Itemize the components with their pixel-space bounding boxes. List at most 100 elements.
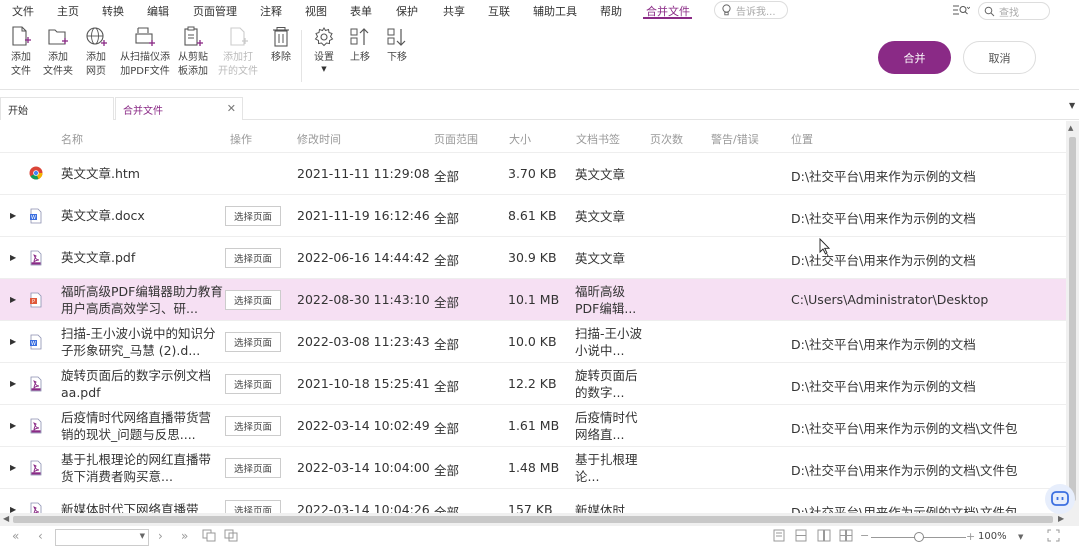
last-page-icon[interactable]: » [181,529,188,543]
file-name: 扫描-王小波小说中的知识分子形象研究_马慧 (2).d... [61,326,216,358]
zoom-in-icon[interactable]: + [966,530,975,543]
settings-label: 设置 [314,52,334,63]
page-number-input[interactable]: ▼ [55,529,149,546]
menu-comment[interactable]: 注释 [260,3,282,19]
move-up-label: 上移 [350,52,370,63]
expand-row-icon[interactable]: ▶ [10,463,16,472]
select-pages-button[interactable]: 选择页面 [225,248,281,268]
first-page-icon[interactable]: « [12,529,19,543]
menu-help[interactable]: 帮助 [600,3,622,19]
expand-row-icon[interactable]: ▶ [10,211,16,220]
ai-assistant-button[interactable] [1045,484,1075,514]
copy-page-icon[interactable] [202,529,216,545]
vertical-scroll-thumb[interactable] [1069,137,1076,501]
single-page-view-icon[interactable] [773,529,785,545]
horizontal-scroll-thumb[interactable] [13,516,1053,523]
search-field[interactable]: 查找 [978,2,1050,20]
menu-connect[interactable]: 互联 [488,3,510,19]
column-header-size[interactable]: 大小 [509,131,531,147]
expand-row-icon[interactable]: ▶ [10,295,16,304]
scroll-up-icon[interactable]: ▲ [1068,124,1073,132]
menu-page-manage[interactable]: 页面管理 [193,3,237,19]
add-open-files-button[interactable]: 添加打 开的文件 [216,26,260,79]
document-bookmark: 基于扎根理论... [575,452,638,484]
add-file-icon [10,26,32,48]
tab-list-dropdown-icon[interactable]: ▼ [1069,101,1075,110]
cancel-button[interactable]: 取消 [963,41,1036,74]
tab-merge-files[interactable]: 合并文件 ✕ [115,97,243,120]
continuous-facing-view-icon[interactable] [839,529,853,545]
expand-row-icon[interactable]: ▶ [10,253,16,262]
select-pages-button[interactable]: 选择页面 [225,416,281,436]
add-from-scanner-button[interactable]: 从扫描仪添 加PDF文件 [120,26,170,79]
file-location: D:\社交平台\用来作为示例的文档 [791,337,976,352]
column-header-bookmark[interactable]: 文档书签 [576,131,620,147]
tell-me-box[interactable]: 告诉我... [714,1,788,19]
file-name: 英文文章.pdf [61,250,136,265]
search-options-icon[interactable] [952,4,971,19]
expand-row-icon[interactable]: ▶ [10,379,16,388]
zoom-out-icon[interactable]: − [860,529,869,542]
select-pages-button[interactable]: 选择页面 [225,374,281,394]
menu-protect[interactable]: 保护 [396,3,418,19]
menu-form[interactable]: 表单 [350,3,372,19]
select-pages-button[interactable]: 选择页面 [225,458,281,478]
tab-start[interactable]: 开始 [0,97,114,120]
scroll-left-icon[interactable]: ◀ [3,514,9,523]
modified-time: 2021-11-11 11:29:08 [297,166,430,181]
document-bookmark: 福昕高级PDF编辑... [575,284,637,316]
move-down-button[interactable]: 下移 [375,26,419,65]
select-pages-button[interactable]: 选择页面 [225,332,281,352]
column-header-warnings[interactable]: 警告/错误 [711,131,759,147]
facing-view-icon[interactable] [817,529,831,545]
menu-convert[interactable]: 转换 [102,3,124,19]
remove-button[interactable]: 移除 [259,26,303,65]
column-header-name[interactable]: 名称 [61,131,83,147]
table-row[interactable]: ▶ P 福昕高级PDF编辑器助力教育用户高质高效学习、研... 选择页面 2022-08… [0,279,1066,321]
expand-row-icon[interactable]: ▶ [10,337,16,346]
search-icon [984,6,995,16]
column-header-modified[interactable]: 修改时间 [297,131,341,147]
close-icon[interactable]: ✕ [227,102,236,115]
add-from-clipboard-button[interactable]: 从剪贴 板添加 [171,26,215,79]
column-header-location[interactable]: 位置 [791,131,813,147]
continuous-view-icon[interactable] [795,529,807,545]
table-row[interactable]: ▶ 英文文章.pdf 选择页面 2022-06-16 14:44:42 全部 30.9 K… [0,237,1066,279]
file-name: 英文文章.docx [61,208,145,223]
menu-share[interactable]: 共享 [443,3,465,19]
menu-edit[interactable]: 编辑 [147,3,169,19]
vertical-scrollbar[interactable]: ▲ [1066,121,1079,513]
zoom-slider-handle[interactable] [913,532,924,542]
table-row[interactable]: ▶ 基于扎根理论的网红直播带货下消费者购买意... 选择页面 2022-03-14 1… [0,447,1066,489]
select-pages-button[interactable]: 选择页面 [225,206,281,226]
menu-view[interactable]: 视图 [305,3,327,19]
horizontal-scrollbar[interactable]: ◀ ▶ [0,513,1079,526]
table-row[interactable]: ▶ 旋转页面后的数字示例文档aa.pdf 选择页面 2021-10-18 15:25:… [0,363,1066,405]
menu-accessibility[interactable]: 辅助工具 [533,3,577,19]
menu-file[interactable]: 文件 [12,3,34,19]
column-header-action[interactable]: 操作 [230,131,252,147]
select-pages-button[interactable]: 选择页面 [225,290,281,310]
fullscreen-icon[interactable] [1047,529,1060,545]
file-location: D:\社交平台\用来作为示例的文档 [791,211,976,226]
svg-text:W: W [31,215,36,221]
column-header-page-range[interactable]: 页面范围 [434,131,478,147]
table-row[interactable]: ▶ W 扫描-王小波小说中的知识分子形象研究_马慧 (2).d... 选择页面 2022… [0,321,1066,363]
table-row[interactable]: 英文文章.htm 2021-11-11 11:29:08 全部 3.70 KB 英文文章… [0,153,1066,195]
scroll-right-icon[interactable]: ▶ [1058,514,1064,523]
menu-home[interactable]: 主页 [57,3,79,19]
file-size: 1.61 MB [508,418,560,433]
column-header-page-count[interactable]: 页次数 [650,131,683,147]
zoom-level[interactable]: 100% [978,531,1007,542]
next-page-icon[interactable]: › [158,529,163,543]
layers-icon[interactable] [224,529,238,545]
modified-time: 2021-11-19 16:12:46 [297,208,430,223]
table-row[interactable]: ▶ W 英文文章.docx 选择页面 2021-11-19 16:12:46 全部 8.61… [0,195,1066,237]
table-row[interactable]: ▶ 后疫情时代网络直播带货营销的现状_问题与反思.... 选择页面 2022-03-1… [0,405,1066,447]
expand-row-icon[interactable]: ▶ [10,421,16,430]
zoom-dropdown-icon[interactable]: ▼ [1018,533,1023,541]
page-dropdown-icon[interactable]: ▼ [140,532,145,540]
previous-page-icon[interactable]: ‹ [38,529,43,543]
add-webpage-button[interactable]: 添加 网页 [74,26,118,79]
merge-button[interactable]: 合并 [878,41,951,74]
